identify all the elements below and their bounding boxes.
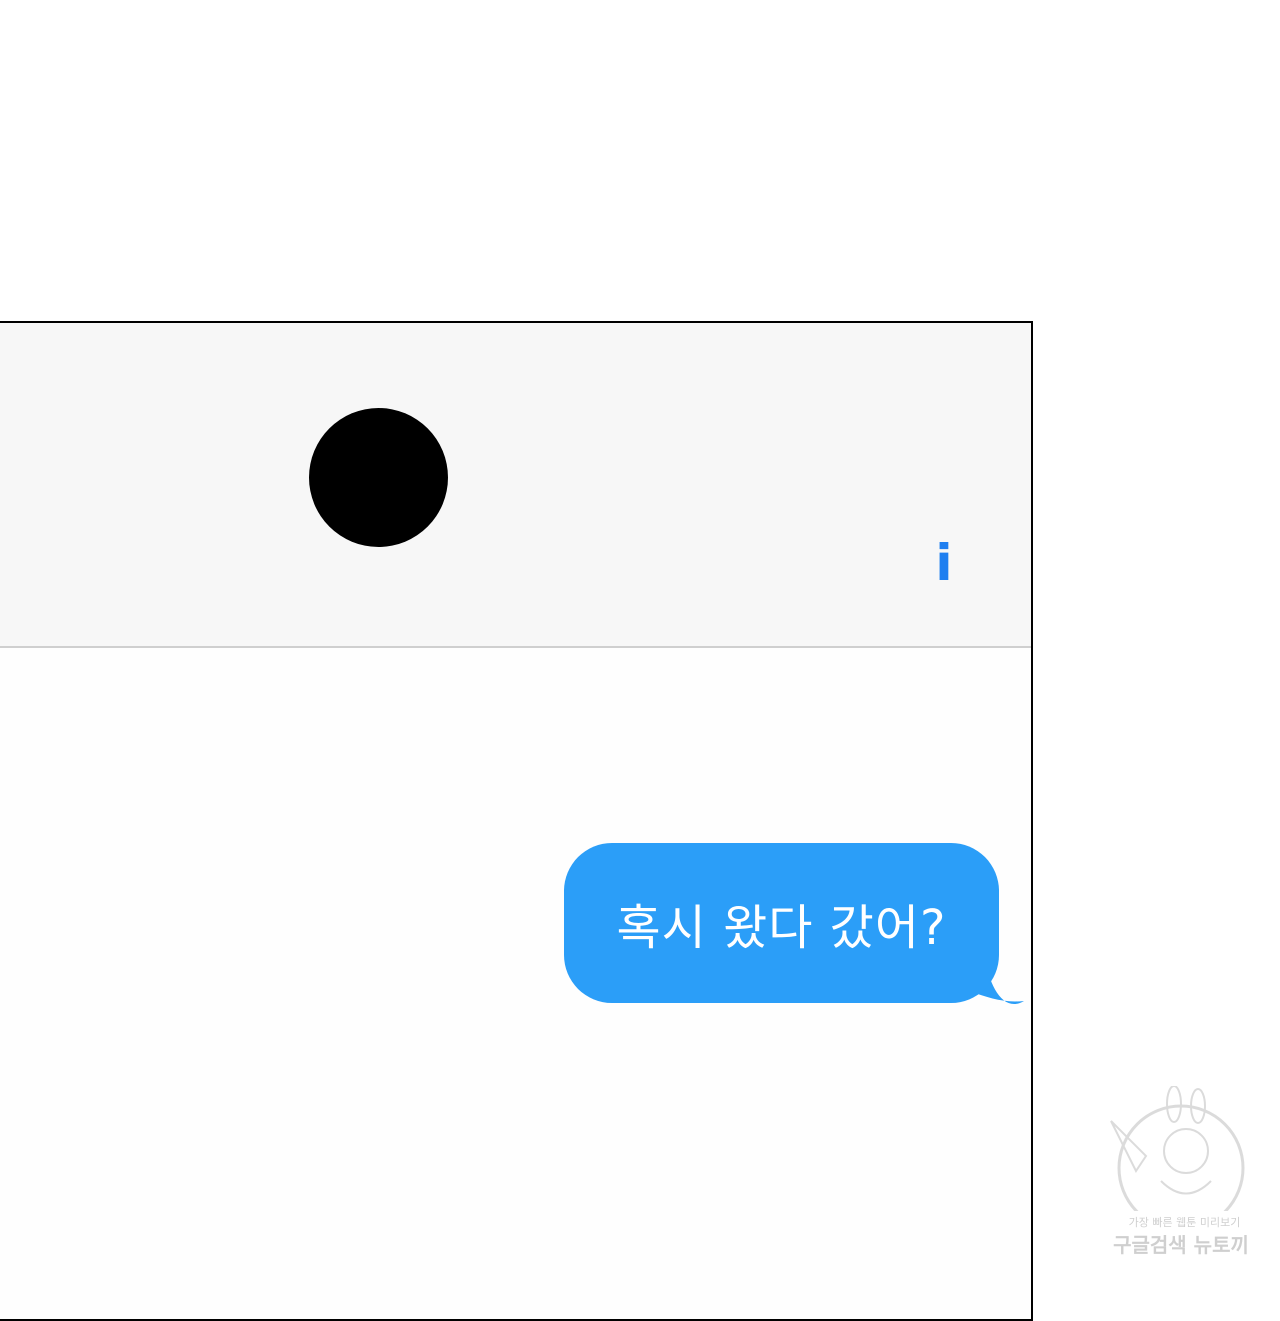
info-icon: i bbox=[935, 534, 953, 592]
message-bubble: 혹시 왔다 갔어? bbox=[564, 843, 999, 1003]
mascot-logo-icon bbox=[1110, 1086, 1245, 1211]
watermark-tagline: 가장 빠른 웹툰 미리보기 bbox=[1128, 1216, 1241, 1229]
info-button[interactable]: i bbox=[924, 533, 964, 593]
messages-screen: i 혹시 왔다 갔어? bbox=[0, 321, 1033, 1321]
contact-avatar[interactable] bbox=[309, 408, 448, 547]
watermark-site-name: 구글검색 뉴토끼 bbox=[1113, 1233, 1249, 1257]
conversation-header: i bbox=[0, 323, 1031, 648]
outgoing-message[interactable]: 혹시 왔다 갔어? bbox=[564, 843, 1024, 1007]
message-text: 혹시 왔다 갔어? bbox=[616, 900, 947, 956]
site-watermark: 가장 빠른 웹툰 미리보기 구글검색 뉴토끼 bbox=[1096, 1086, 1266, 1266]
